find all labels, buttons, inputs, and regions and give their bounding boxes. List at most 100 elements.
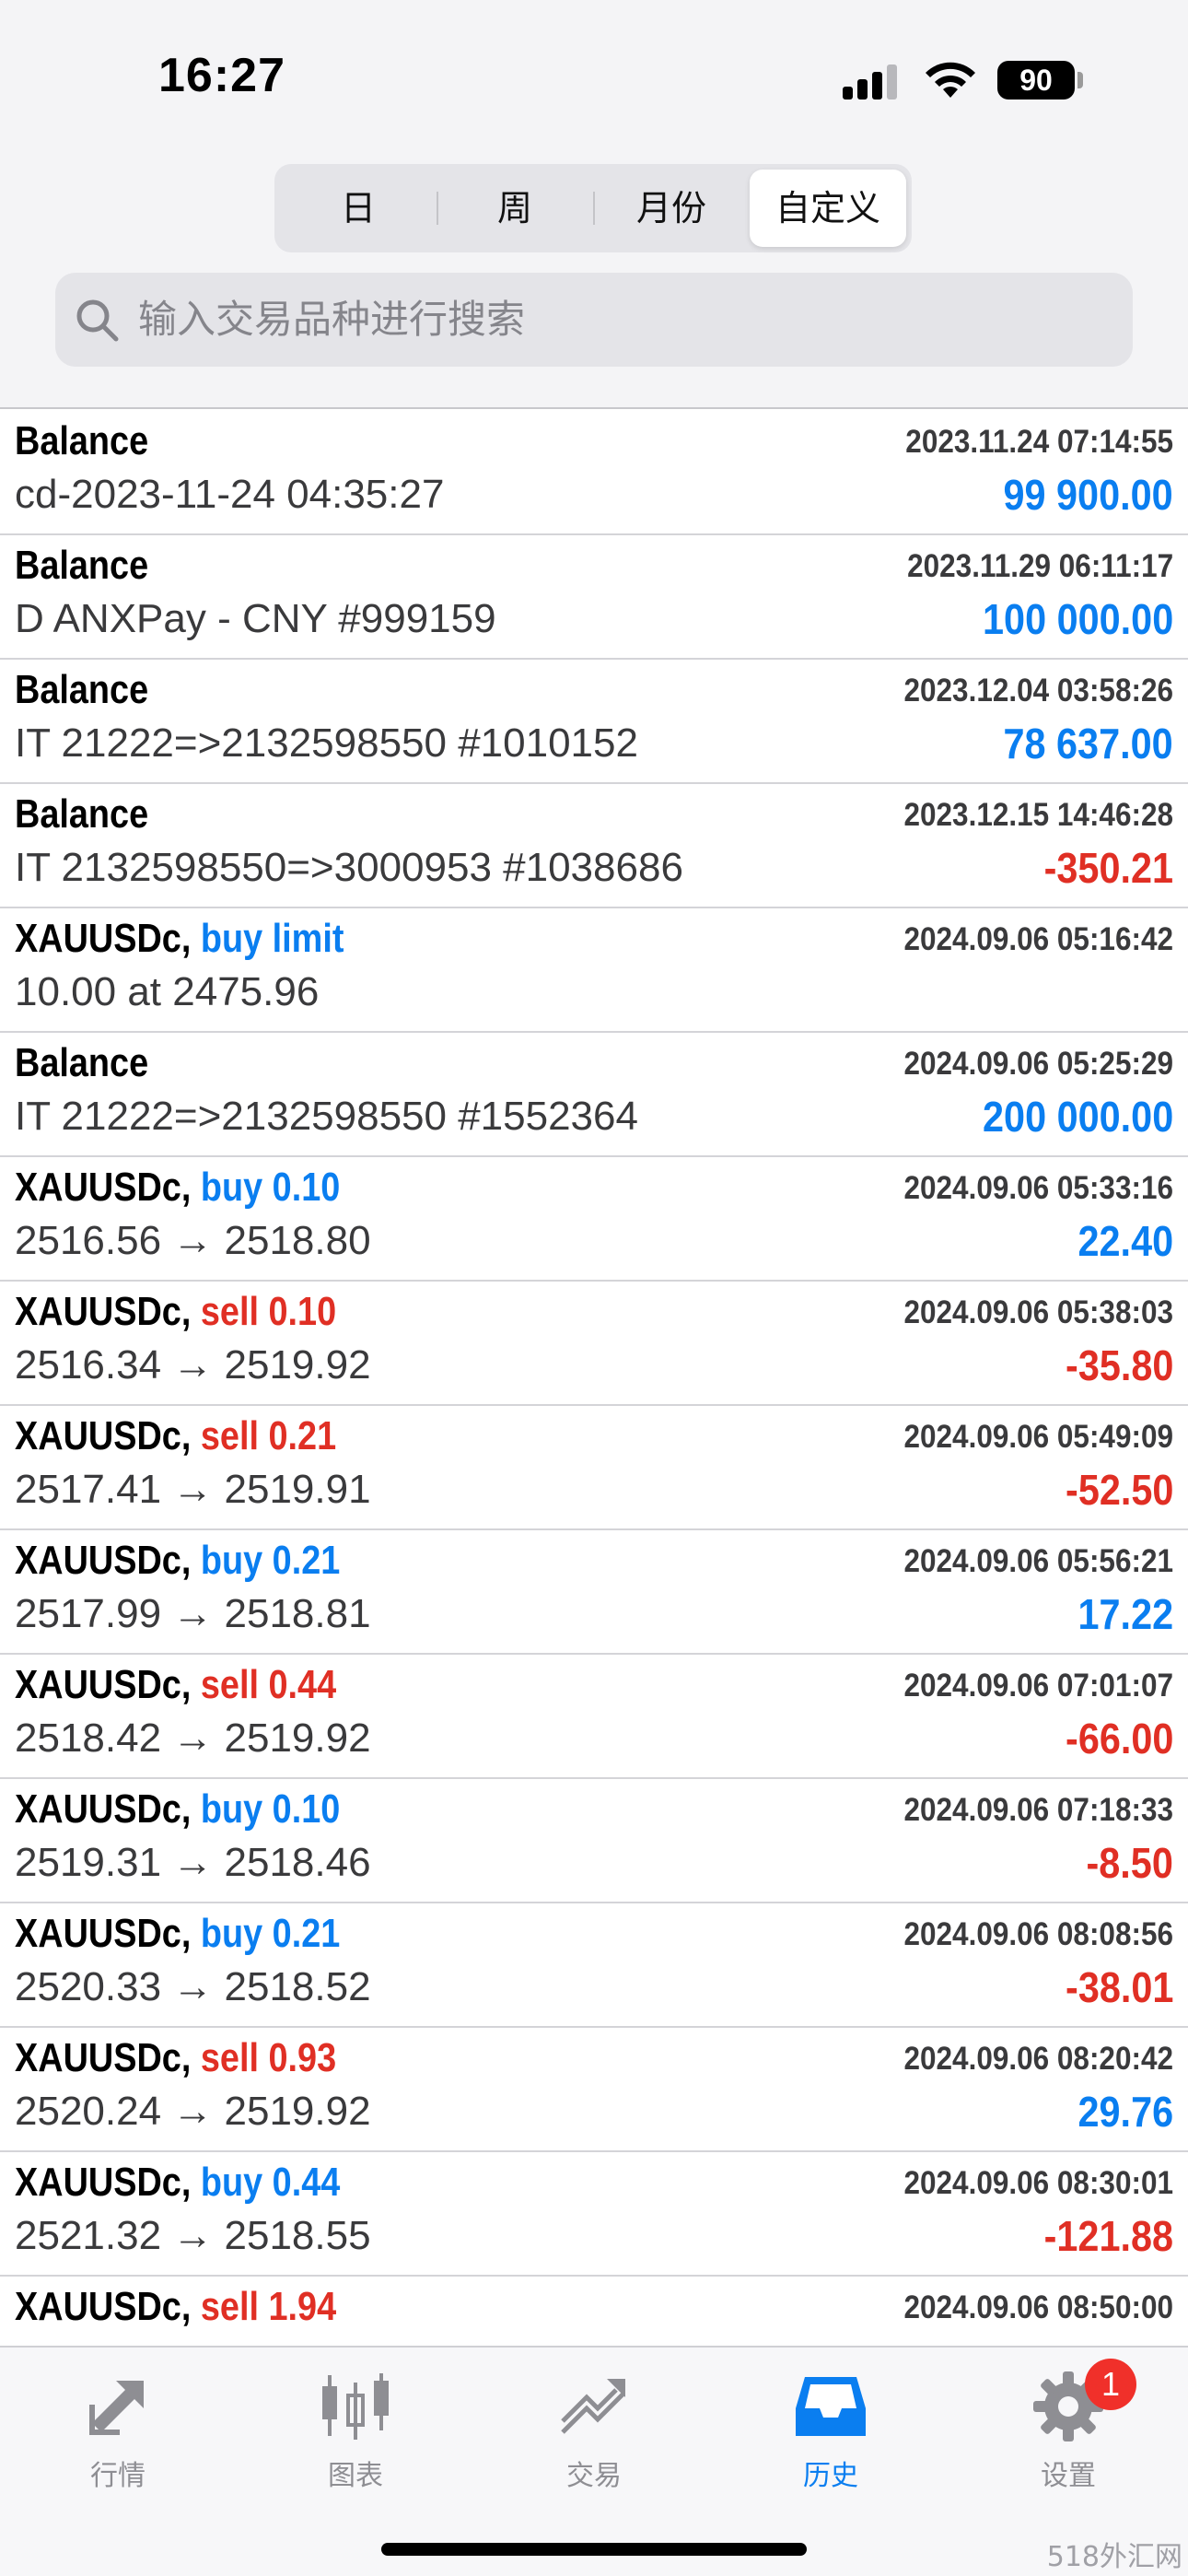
row-amount: -350.21	[1043, 844, 1173, 892]
row-detail: 2520.24 → 2519.92	[15, 2089, 371, 2134]
row-time: 2024.09.06 07:18:33	[903, 1792, 1174, 1828]
row-title: XAUUSDc, buy 0.44	[15, 2160, 340, 2206]
history-row[interactable]: Balance 2023.12.04 03:58:26 IT 21222=>2132…	[0, 660, 1188, 784]
row-amount: 22.40	[1077, 1217, 1173, 1265]
row-time: 2024.09.06 08:30:01	[903, 2165, 1174, 2201]
row-amount: -121.88	[1043, 2212, 1173, 2260]
wifi-icon	[926, 62, 975, 98]
row-symbol: XAUUSDc,	[15, 916, 192, 961]
row-title: XAUUSDc, sell 0.44	[15, 1662, 336, 1708]
history-row[interactable]: XAUUSDc, buy 0.44 2024.09.06 08:30:01 2521…	[0, 2152, 1188, 2277]
row-time: 2023.12.04 03:58:26	[903, 673, 1174, 708]
row-title: XAUUSDc, buy limit	[15, 916, 344, 962]
row-detail: 2517.99 → 2518.81	[15, 1591, 371, 1636]
segment-day[interactable]: 日	[280, 170, 437, 247]
tab-quotes[interactable]: 行情	[44, 2368, 192, 2493]
row-amount: 78 637.00	[1003, 720, 1173, 767]
tab-settings[interactable]: 1 设置	[995, 2359, 1142, 2493]
status-time: 16:27	[158, 49, 285, 102]
row-action: sell 0.10	[200, 1289, 337, 1334]
row-symbol: XAUUSDc,	[15, 1538, 192, 1583]
tab-trade[interactable]: 交易	[520, 2368, 668, 2493]
row-detail: 10.00 at 2475.96	[15, 969, 320, 1014]
row-detail: 2518.42 → 2519.92	[15, 1715, 371, 1761]
row-symbol: Balance	[15, 418, 149, 463]
row-amount: -52.50	[1065, 1466, 1173, 1514]
row-symbol: XAUUSDc,	[15, 1911, 192, 1956]
tab-history[interactable]: 历史	[757, 2368, 904, 2493]
row-title: XAUUSDc, sell 0.10	[15, 1289, 336, 1335]
row-amount: -38.01	[1065, 1963, 1173, 2011]
row-title: XAUUSDc, sell 0.93	[15, 2035, 336, 2081]
row-detail: 2520.33 → 2518.52	[15, 1964, 371, 2009]
tab-label-settings: 设置	[1041, 2460, 1096, 2492]
row-time: 2024.09.06 08:08:56	[903, 1916, 1174, 1952]
period-segmented-control: 日 周 月份 自定义	[274, 164, 912, 252]
history-row[interactable]: XAUUSDc, buy 0.10 2024.09.06 07:18:33 2519…	[0, 1779, 1188, 1903]
segment-month[interactable]: 月份	[593, 170, 750, 247]
row-time: 2023.11.29 06:11:17	[906, 548, 1173, 584]
history-row[interactable]: XAUUSDc, sell 0.21 2024.09.06 05:49:09 251…	[0, 1406, 1188, 1530]
row-symbol: XAUUSDc,	[15, 1662, 192, 1707]
row-symbol: Balance	[15, 543, 149, 588]
history-row[interactable]: Balance 2023.11.24 07:14:55 cd-2023-11-24 …	[0, 411, 1188, 535]
segment-week[interactable]: 周	[437, 170, 593, 247]
row-detail: IT 2132598550=>3000953 #1038686	[15, 845, 683, 890]
history-row[interactable]: Balance 2023.12.15 14:46:28 IT 2132598550=…	[0, 784, 1188, 908]
history-list: Balance 2023.11.24 07:14:55 cd-2023-11-24 …	[0, 411, 1188, 2401]
trade-chart-icon	[561, 2379, 625, 2434]
row-amount: 99 900.00	[1003, 471, 1173, 519]
row-symbol: XAUUSDc,	[15, 1786, 192, 1832]
row-symbol: Balance	[15, 667, 149, 712]
row-title: XAUUSDc, buy 0.21	[15, 1538, 340, 1584]
row-detail: D ANXPay - CNY #999159	[15, 596, 496, 641]
row-action: buy 0.10	[200, 1165, 341, 1210]
header: 日 周 月份 自定义 输入交易品种进行搜索	[0, 147, 1188, 409]
row-symbol: XAUUSDc,	[15, 2284, 192, 2329]
history-row[interactable]: Balance 2024.09.06 05:25:29 IT 21222=>2132…	[0, 1033, 1188, 1157]
history-row[interactable]: XAUUSDc, buy 0.21 2024.09.06 08:08:56 2520…	[0, 1903, 1188, 2028]
row-time: 2024.09.06 05:33:16	[903, 1170, 1174, 1206]
row-amount: -66.00	[1065, 1715, 1173, 1762]
row-time: 2024.09.06 05:25:29	[903, 1046, 1174, 1082]
row-action: sell 0.21	[200, 1413, 337, 1458]
status-bar: 16:27 90	[0, 0, 1188, 147]
row-amount: 200 000.00	[982, 1093, 1173, 1141]
row-detail: 2521.32 → 2518.55	[15, 2213, 371, 2258]
row-action: buy 0.21	[200, 1538, 341, 1583]
row-detail: 2519.31 → 2518.46	[15, 1840, 371, 1885]
history-row[interactable]: XAUUSDc, buy 0.21 2024.09.06 05:56:21 2517…	[0, 1530, 1188, 1655]
row-amount: -8.50	[1086, 1839, 1173, 1887]
row-action: sell 0.44	[200, 1662, 337, 1707]
symbol-search-input[interactable]: 输入交易品种进行搜索	[55, 273, 1133, 367]
row-detail: 2517.41 → 2519.91	[15, 1467, 371, 1512]
tab-charts[interactable]: 图表	[282, 2368, 429, 2493]
row-title: Balance	[15, 418, 148, 464]
settings-badge: 1	[1085, 2359, 1136, 2410]
history-row[interactable]: XAUUSDc, sell 0.10 2024.09.06 05:38:03 251…	[0, 1282, 1188, 1406]
history-row[interactable]: XAUUSDc, buy limit 2024.09.06 05:16:42 10.…	[0, 908, 1188, 1033]
tab-label-charts: 图表	[328, 2460, 383, 2492]
history-row[interactable]: Balance 2023.11.29 06:11:17 D ANXPay - CNY…	[0, 535, 1188, 660]
history-tray-icon	[796, 2377, 866, 2436]
row-amount: 17.22	[1077, 1590, 1173, 1638]
row-detail: IT 21222=>2132598550 #1010152	[15, 720, 638, 766]
row-detail: cd-2023-11-24 04:35:27	[15, 472, 445, 517]
row-symbol: Balance	[15, 791, 149, 837]
row-title: XAUUSDc, buy 0.10	[15, 1165, 340, 1211]
candlestick-chart-icon	[322, 2373, 389, 2440]
row-time: 2024.09.06 05:38:03	[903, 1294, 1174, 1330]
quotes-arrows-icon	[89, 2381, 144, 2435]
history-row[interactable]: XAUUSDc, sell 0.44 2024.09.06 07:01:07 251…	[0, 1655, 1188, 1779]
tab-label-history: 历史	[803, 2460, 858, 2492]
row-detail: 2516.34 → 2519.92	[15, 1342, 371, 1388]
history-row[interactable]: XAUUSDc, buy 0.10 2024.09.06 05:33:16 2516…	[0, 1157, 1188, 1282]
row-title: Balance	[15, 791, 148, 837]
row-time: 2024.09.06 05:56:21	[903, 1543, 1174, 1579]
home-indicator[interactable]	[381, 2543, 807, 2556]
segment-custom[interactable]: 自定义	[750, 170, 906, 247]
battery-icon: 90	[997, 61, 1075, 100]
history-row[interactable]: XAUUSDc, sell 0.93 2024.09.06 08:20:42 252…	[0, 2028, 1188, 2152]
row-symbol: XAUUSDc,	[15, 2035, 192, 2080]
row-time: 2024.09.06 07:01:07	[903, 1668, 1174, 1704]
